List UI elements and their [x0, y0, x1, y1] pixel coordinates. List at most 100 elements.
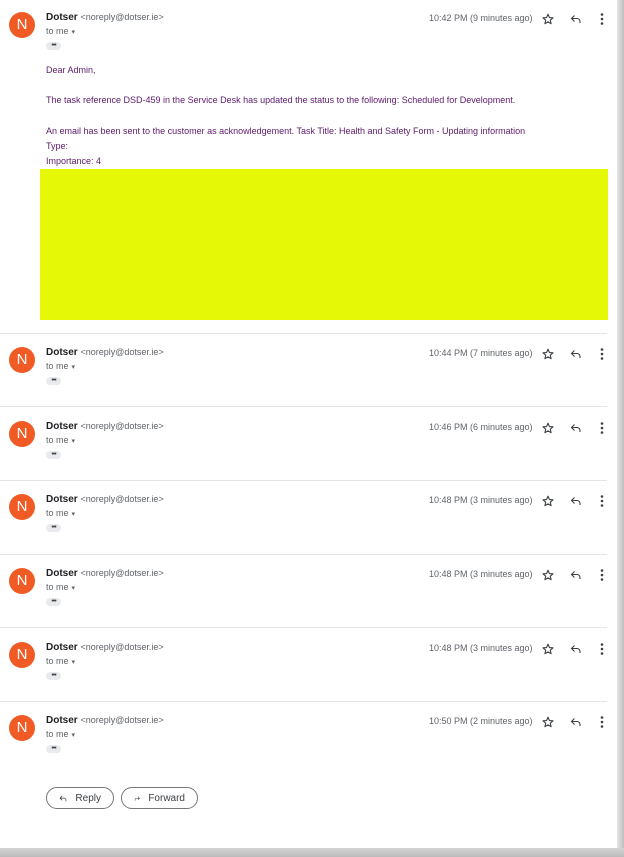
recipient-label: to me [46, 656, 69, 666]
reply-icon[interactable] [569, 421, 583, 435]
sender-line[interactable]: Dotser <noreply@dotser.ie> [46, 421, 164, 432]
recipient-details-toggle[interactable]: to me ▾ [46, 435, 75, 445]
star-icon[interactable] [541, 347, 555, 361]
reply-icon[interactable] [569, 642, 583, 656]
more-vert-icon[interactable] [595, 421, 609, 435]
highlighted-redacted-block [40, 169, 608, 320]
forward-icon [134, 795, 140, 801]
chevron-down-icon: ▾ [71, 438, 76, 445]
sender-avatar[interactable]: N [9, 12, 35, 38]
more-vert-icon[interactable] [595, 12, 609, 26]
sender-line[interactable]: Dotser <noreply@dotser.ie> [46, 568, 164, 579]
window-right-edge [617, 0, 624, 857]
sender-email: <noreply@dotser.ie> [80, 12, 164, 22]
recipient-label: to me [46, 508, 69, 518]
reply-button[interactable]: Reply [46, 787, 114, 809]
show-trimmed-content-button[interactable]: ••• [46, 42, 61, 50]
show-trimmed-content-button[interactable]: ••• [46, 672, 61, 680]
forward-button-label: Forward [148, 792, 185, 804]
sender-name[interactable]: Dotser [46, 12, 78, 23]
sender-line[interactable]: Dotser <noreply@dotser.ie> [46, 12, 164, 23]
sender-avatar[interactable]: N [9, 642, 35, 668]
forward-button[interactable]: Forward [121, 787, 198, 809]
avatar-letter: N [16, 351, 28, 368]
recipient-details-toggle[interactable]: to me ▾ [46, 729, 75, 739]
avatar-letter: N [16, 16, 28, 33]
sender-avatar[interactable]: N [9, 494, 35, 520]
sender-avatar[interactable]: N [9, 568, 35, 594]
recipient-details-toggle[interactable]: to me ▾ [46, 26, 75, 36]
recipient-details-toggle[interactable]: to me ▾ [46, 582, 75, 592]
more-vert-icon[interactable] [595, 568, 609, 582]
more-vert-icon[interactable] [595, 347, 609, 361]
message-timestamp: 10:48 PM (3 minutes ago) [429, 569, 533, 579]
recipient-label: to me [46, 729, 69, 739]
sender-line[interactable]: Dotser <noreply@dotser.ie> [46, 715, 164, 726]
avatar-letter: N [16, 719, 28, 736]
show-trimmed-content-button[interactable]: ••• [46, 377, 61, 385]
sender-line[interactable]: Dotser <noreply@dotser.ie> [46, 494, 164, 505]
sender-email: <noreply@dotser.ie> [80, 347, 164, 357]
chevron-down-icon: ▾ [71, 659, 76, 666]
sender-name[interactable]: Dotser [46, 347, 78, 358]
message-timestamp: 10:42 PM (9 minutes ago) [429, 13, 533, 23]
more-vert-icon[interactable] [595, 715, 609, 729]
body-ack-line: An email has been sent to the customer a… [46, 126, 526, 136]
message-divider [0, 627, 607, 628]
reply-icon [59, 795, 67, 801]
avatar-letter: N [16, 498, 28, 515]
sender-email: <noreply@dotser.ie> [80, 568, 164, 578]
reply-icon[interactable] [569, 494, 583, 508]
sender-name[interactable]: Dotser [46, 642, 78, 653]
show-trimmed-content-button[interactable]: ••• [46, 451, 61, 459]
sender-email: <noreply@dotser.ie> [80, 715, 164, 725]
sender-name[interactable]: Dotser [46, 421, 78, 432]
body-status-line: The task reference DSD-459 in the Servic… [46, 95, 516, 105]
star-icon[interactable] [541, 642, 555, 656]
reply-icon[interactable] [569, 347, 583, 361]
sender-avatar[interactable]: N [9, 347, 35, 373]
sender-line[interactable]: Dotser <noreply@dotser.ie> [46, 642, 164, 653]
show-trimmed-content-button[interactable]: ••• [46, 524, 61, 532]
reply-icon[interactable] [569, 715, 583, 729]
sender-name[interactable]: Dotser [46, 494, 78, 505]
chevron-down-icon: ▾ [71, 29, 76, 36]
message-timestamp: 10:48 PM (3 minutes ago) [429, 643, 533, 653]
more-vert-icon[interactable] [595, 494, 609, 508]
star-icon[interactable] [541, 12, 555, 26]
chevron-down-icon: ▾ [71, 511, 76, 518]
show-trimmed-content-button[interactable]: ••• [46, 598, 61, 606]
message-divider [0, 406, 607, 407]
star-icon[interactable] [541, 568, 555, 582]
show-trimmed-content-button[interactable]: ••• [46, 745, 61, 753]
sender-line[interactable]: Dotser <noreply@dotser.ie> [46, 347, 164, 358]
body-importance-line: Importance: 4 [46, 156, 102, 166]
avatar-letter: N [16, 572, 28, 589]
avatar-letter: N [16, 425, 28, 442]
recipient-details-toggle[interactable]: to me ▾ [46, 361, 75, 371]
sender-name[interactable]: Dotser [46, 568, 78, 579]
recipient-details-toggle[interactable]: to me ▾ [46, 656, 75, 666]
sender-email: <noreply@dotser.ie> [80, 421, 164, 431]
more-vert-icon[interactable] [595, 642, 609, 656]
body-greeting: Dear Admin, [46, 65, 96, 75]
message-timestamp: 10:48 PM (3 minutes ago) [429, 495, 533, 505]
star-icon[interactable] [541, 421, 555, 435]
star-icon[interactable] [541, 494, 555, 508]
chevron-down-icon: ▾ [71, 364, 76, 371]
message-timestamp: 10:50 PM (2 minutes ago) [429, 716, 533, 726]
message-timestamp: 10:44 PM (7 minutes ago) [429, 348, 533, 358]
recipient-details-toggle[interactable]: to me ▾ [46, 508, 75, 518]
reply-icon[interactable] [569, 568, 583, 582]
reply-icon[interactable] [569, 12, 583, 26]
sender-avatar[interactable]: N [9, 715, 35, 741]
sender-avatar[interactable]: N [9, 421, 35, 447]
avatar-letter: N [16, 646, 28, 663]
sender-name[interactable]: Dotser [46, 715, 78, 726]
recipient-label: to me [46, 361, 69, 371]
star-icon[interactable] [541, 715, 555, 729]
message-divider [0, 554, 607, 555]
sender-email: <noreply@dotser.ie> [80, 642, 164, 652]
chevron-down-icon: ▾ [71, 585, 76, 592]
message-divider [0, 480, 607, 481]
